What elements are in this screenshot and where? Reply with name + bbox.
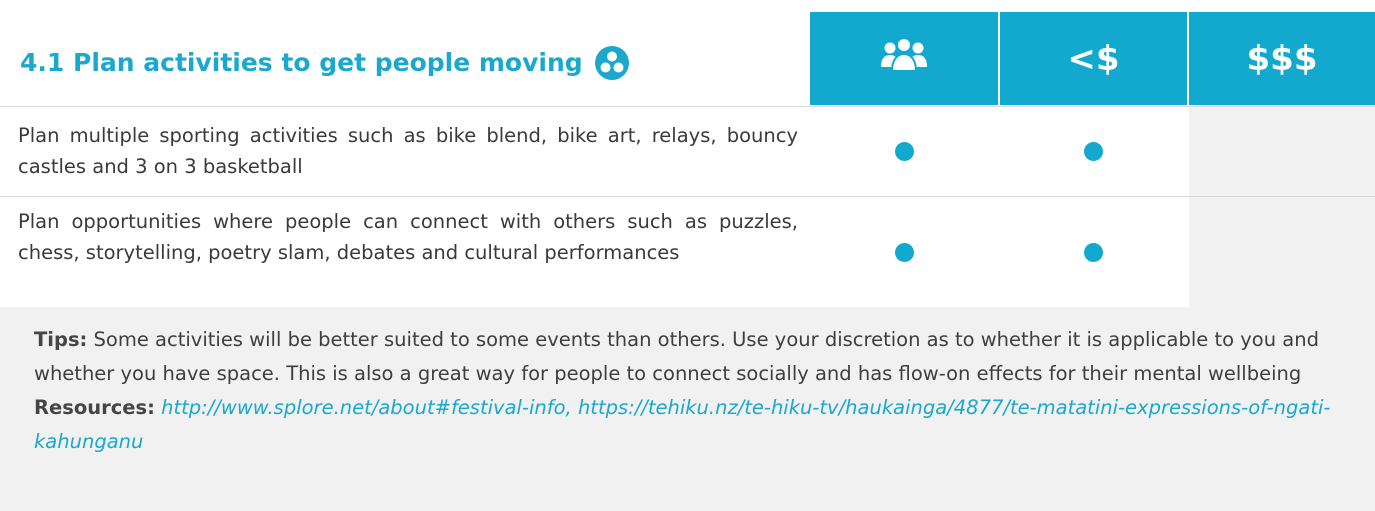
tips-text: Some activities will be better suited to… bbox=[34, 328, 1319, 385]
resources-label: Resources: bbox=[34, 396, 155, 419]
row-description: Plan opportunities where people can conn… bbox=[18, 210, 798, 264]
column-header-label: $$$ bbox=[1246, 38, 1318, 79]
applicable-dot-icon bbox=[894, 142, 914, 161]
section-heading: 4.1 Plan activities to get people moving bbox=[20, 0, 629, 105]
applicable-dot-icon bbox=[894, 242, 914, 262]
activity-table: 4.1 Plan activities to get people moving bbox=[0, 0, 1375, 511]
resources-links[interactable]: http://www.splore.net/about#festival-inf… bbox=[34, 396, 1330, 453]
tips-box: Tips: Some activities will be better sui… bbox=[0, 307, 1375, 511]
applicable-dot-icon bbox=[1084, 242, 1103, 262]
cell-people bbox=[810, 197, 998, 307]
cell-high-cost bbox=[1189, 197, 1375, 307]
table-row: Plan opportunities where people can conn… bbox=[0, 196, 1375, 307]
row-description: Plan multiple sporting activities such a… bbox=[18, 124, 798, 178]
cell-low-cost bbox=[1000, 197, 1187, 307]
cell-low-cost bbox=[1000, 107, 1187, 196]
column-header-people bbox=[810, 12, 998, 105]
column-header-label: <$ bbox=[1067, 38, 1120, 79]
cell-high-cost bbox=[1189, 107, 1375, 196]
table-row: Plan multiple sporting activities such a… bbox=[0, 106, 1375, 196]
tips-paragraph: Tips: Some activities will be better sui… bbox=[34, 323, 1355, 391]
people-group-icon bbox=[881, 37, 927, 80]
molecule-circle-icon bbox=[594, 45, 629, 80]
table-header: 4.1 Plan activities to get people moving bbox=[0, 0, 1375, 105]
page-title: 4.1 Plan activities to get people moving bbox=[20, 48, 583, 77]
resources-paragraph: Resources: http://www.splore.net/about#f… bbox=[34, 391, 1355, 459]
tips-label: Tips: bbox=[34, 328, 88, 351]
applicable-dot-icon bbox=[1084, 142, 1103, 161]
cell-people bbox=[810, 107, 998, 196]
column-header-high-cost: $$$ bbox=[1189, 12, 1375, 105]
column-header-low-cost: <$ bbox=[1000, 12, 1187, 105]
